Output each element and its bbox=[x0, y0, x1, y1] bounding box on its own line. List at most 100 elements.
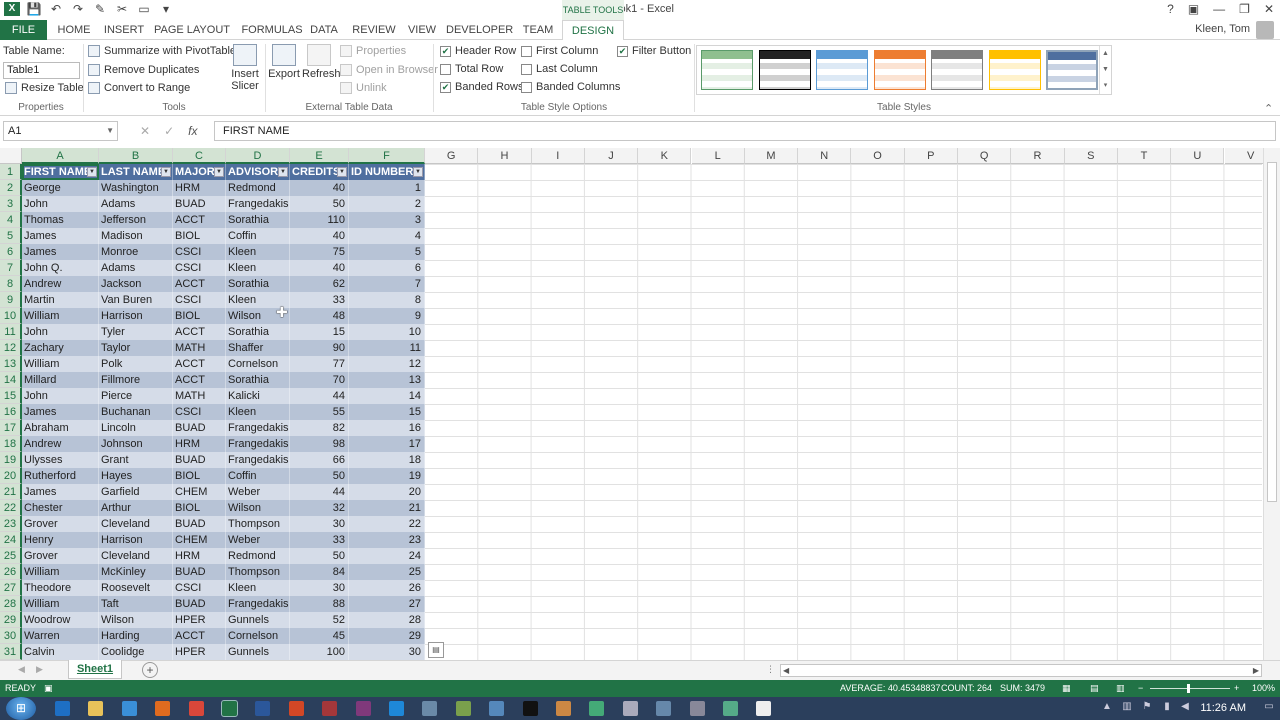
table-cell[interactable]: CHEM bbox=[173, 532, 226, 548]
user-name[interactable]: Kleen, Tom bbox=[1195, 23, 1250, 35]
taskbar-firefox-icon[interactable] bbox=[155, 701, 171, 716]
table-cell[interactable]: 27 bbox=[349, 596, 425, 612]
row-header[interactable]: 21 bbox=[0, 484, 22, 500]
tab-design[interactable]: DESIGN bbox=[562, 20, 624, 41]
row-header[interactable]: 3 bbox=[0, 196, 22, 212]
taskbar-powerpoint-icon[interactable] bbox=[288, 701, 304, 716]
row-header[interactable]: 6 bbox=[0, 244, 22, 260]
table-cell[interactable]: 19 bbox=[349, 468, 425, 484]
table-cell[interactable]: Madison bbox=[99, 228, 173, 244]
windows-start-icon[interactable]: ⊞ bbox=[6, 697, 36, 720]
avatar[interactable] bbox=[1256, 21, 1274, 39]
table-cell[interactable]: Kleen bbox=[226, 404, 290, 420]
table-cell[interactable]: Woodrow bbox=[22, 612, 99, 628]
taskbar-word-icon[interactable] bbox=[255, 701, 271, 716]
table-row[interactable]: William Harrison BIOL Wilson 48 9 bbox=[22, 308, 425, 324]
scroll-left-icon[interactable]: ◀ bbox=[783, 665, 789, 677]
table-row[interactable]: George Washington HRM Redmond 40 1 bbox=[22, 180, 425, 196]
unlink-button[interactable]: Unlink bbox=[340, 82, 387, 94]
table-row[interactable]: Millard Fillmore ACCT Sorathia 70 13 bbox=[22, 372, 425, 388]
table-style-swatch[interactable] bbox=[816, 50, 868, 90]
table-cell[interactable]: 52 bbox=[290, 612, 349, 628]
row-header[interactable]: 5 bbox=[0, 228, 22, 244]
filter-button-checkbox[interactable]: ✔ Filter Button bbox=[617, 45, 691, 57]
table-row[interactable]: Chester Arthur BIOL Wilson 32 21 bbox=[22, 500, 425, 516]
table-cell[interactable]: Cornelson bbox=[226, 356, 290, 372]
formula-input[interactable]: FIRST NAME bbox=[214, 121, 1276, 141]
table-cell[interactable]: John bbox=[22, 388, 99, 404]
table-row[interactable]: Grover Cleveland HRM Redmond 50 24 bbox=[22, 548, 425, 564]
table-style-swatch[interactable] bbox=[758, 50, 811, 90]
column-header[interactable]: J bbox=[584, 148, 639, 164]
table-cell[interactable]: 20 bbox=[349, 484, 425, 500]
table-row[interactable]: Zachary Taylor MATH Shaffer 90 11 bbox=[22, 340, 425, 356]
column-header[interactable]: R bbox=[1011, 148, 1065, 164]
table-cell[interactable]: 88 bbox=[290, 596, 349, 612]
column-header[interactable]: C bbox=[173, 148, 226, 164]
column-header[interactable]: G bbox=[425, 148, 479, 164]
insert-function-icon[interactable]: fx bbox=[188, 121, 197, 141]
convert-to-range-button[interactable]: Convert to Range bbox=[88, 82, 190, 94]
zoom-slider-thumb[interactable] bbox=[1187, 684, 1190, 693]
table-cell[interactable]: HRM bbox=[173, 548, 226, 564]
row-header[interactable]: 13 bbox=[0, 356, 22, 372]
tab-file[interactable]: FILE bbox=[0, 20, 47, 40]
row-header[interactable]: 2 bbox=[0, 180, 22, 196]
table-cell[interactable]: 15 bbox=[349, 404, 425, 420]
table-cell[interactable]: HRM bbox=[173, 436, 226, 452]
tab-insert[interactable]: INSERT bbox=[100, 20, 148, 40]
table-style-swatch[interactable] bbox=[988, 50, 1041, 90]
column-header[interactable]: M bbox=[744, 148, 799, 164]
table-cell[interactable]: Taylor bbox=[99, 340, 173, 356]
taskbar-ie-icon[interactable] bbox=[121, 701, 137, 716]
table-cell[interactable]: 110 bbox=[290, 212, 349, 228]
table-cell[interactable]: ACCT bbox=[173, 372, 226, 388]
name-box[interactable]: A1 ▼ bbox=[3, 121, 118, 141]
table-cell[interactable]: Monroe bbox=[99, 244, 173, 260]
table-row[interactable]: John Pierce MATH Kalicki 44 14 bbox=[22, 388, 425, 404]
row-header[interactable]: 25 bbox=[0, 548, 22, 564]
table-cell[interactable]: ACCT bbox=[173, 356, 226, 372]
row-header[interactable]: 24 bbox=[0, 532, 22, 548]
column-header[interactable]: B bbox=[99, 148, 173, 164]
sheet-tab-sheet1[interactable]: Sheet1 bbox=[68, 660, 122, 679]
column-header[interactable]: S bbox=[1064, 148, 1118, 164]
table-cell[interactable]: 10 bbox=[349, 324, 425, 340]
table-cell[interactable]: William bbox=[22, 308, 99, 324]
tab-formulas[interactable]: FORMULAS bbox=[236, 20, 308, 40]
table-cell[interactable]: 77 bbox=[290, 356, 349, 372]
column-header[interactable]: N bbox=[798, 148, 852, 164]
table-cell[interactable]: 1 bbox=[349, 180, 425, 196]
column-header[interactable]: E bbox=[290, 148, 349, 164]
tab-home[interactable]: HOME bbox=[52, 20, 96, 40]
row-header[interactable]: 8 bbox=[0, 276, 22, 292]
table-cell[interactable]: Tyler bbox=[99, 324, 173, 340]
taskbar-lync-icon[interactable] bbox=[389, 701, 404, 716]
table-cell[interactable]: Andrew bbox=[22, 436, 99, 452]
row-header[interactable]: 10 bbox=[0, 308, 22, 324]
table-cell[interactable]: Calvin bbox=[22, 644, 99, 660]
table-cell[interactable]: ACCT bbox=[173, 276, 226, 292]
table-cell[interactable]: MATH bbox=[173, 388, 226, 404]
table-cell[interactable]: Garfield bbox=[99, 484, 173, 500]
table-cell[interactable]: Polk bbox=[99, 356, 173, 372]
table-cell[interactable]: BUAD bbox=[173, 564, 226, 580]
table-cell[interactable]: 98 bbox=[290, 436, 349, 452]
table-cell[interactable]: Redmond bbox=[226, 180, 290, 196]
table-cell[interactable]: Wilson bbox=[226, 500, 290, 516]
table-cell[interactable]: 25 bbox=[349, 564, 425, 580]
column-header[interactable]: A bbox=[22, 148, 99, 164]
row-header[interactable]: 16 bbox=[0, 404, 22, 420]
taskbar-excel-icon[interactable] bbox=[221, 700, 238, 717]
table-cell[interactable]: 45 bbox=[290, 628, 349, 644]
table-cell[interactable]: Adams bbox=[99, 196, 173, 212]
row-header[interactable]: 15 bbox=[0, 388, 22, 404]
first-column-checkbox[interactable]: First Column bbox=[521, 45, 598, 57]
table-style-swatch[interactable] bbox=[931, 50, 983, 90]
table-cell[interactable]: 14 bbox=[349, 388, 425, 404]
table-cell[interactable]: 30 bbox=[290, 580, 349, 596]
table-cell[interactable]: BIOL bbox=[173, 468, 226, 484]
minimize-icon[interactable]: — bbox=[1213, 2, 1225, 16]
zoom-slider-track[interactable] bbox=[1150, 688, 1230, 689]
row-header[interactable]: 7 bbox=[0, 260, 22, 276]
